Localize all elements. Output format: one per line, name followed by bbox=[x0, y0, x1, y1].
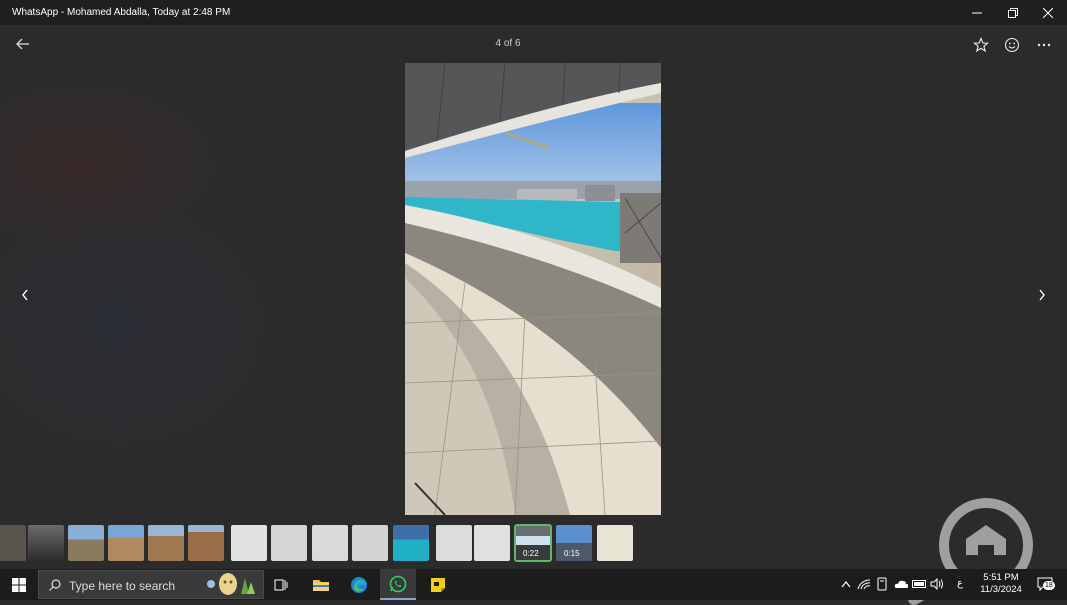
thumbnail-selected[interactable]: 0:22 bbox=[514, 524, 552, 562]
start-button[interactable] bbox=[0, 569, 38, 600]
back-button[interactable] bbox=[12, 35, 34, 53]
chevron-left-icon bbox=[22, 289, 28, 301]
thumbnail[interactable]: 0:15 bbox=[556, 525, 592, 561]
onedrive-button[interactable] bbox=[894, 577, 908, 591]
media-counter: 4 of 6 bbox=[495, 38, 521, 49]
search-highlight-icon bbox=[207, 573, 255, 595]
sticky-notes-button[interactable] bbox=[424, 569, 452, 600]
thumbnail[interactable] bbox=[352, 525, 388, 561]
battery-button[interactable] bbox=[912, 577, 926, 591]
notification-count: 18 bbox=[1043, 581, 1055, 590]
wifi-icon bbox=[857, 579, 871, 590]
file-explorer-button[interactable] bbox=[307, 569, 335, 600]
minimize-icon bbox=[972, 12, 982, 13]
video-duration: 0:22 bbox=[523, 549, 539, 558]
taskbar-search-box[interactable]: Type here to search bbox=[38, 570, 264, 599]
thumbnail[interactable] bbox=[0, 525, 26, 561]
whatsapp-button[interactable] bbox=[380, 569, 416, 600]
notification-center-button[interactable]: 18 bbox=[1036, 576, 1055, 592]
device-button[interactable] bbox=[875, 577, 889, 591]
clock-time: 5:51 PM bbox=[983, 572, 1019, 583]
edge-icon bbox=[351, 576, 367, 593]
more-icon bbox=[1037, 43, 1051, 47]
next-button[interactable] bbox=[1033, 283, 1051, 307]
task-view-icon bbox=[274, 579, 288, 590]
battery-icon bbox=[912, 580, 926, 588]
file-explorer-icon bbox=[313, 579, 329, 591]
restore-icon bbox=[1008, 7, 1018, 18]
more-options-button[interactable] bbox=[1034, 35, 1054, 55]
chevron-up-icon bbox=[841, 581, 851, 588]
network-button[interactable] bbox=[857, 577, 871, 591]
minimize-button[interactable] bbox=[960, 0, 994, 25]
thumbnail[interactable] bbox=[474, 525, 510, 561]
thumbnail[interactable] bbox=[28, 525, 64, 561]
search-placeholder: Type here to search bbox=[69, 579, 176, 593]
window-title: WhatsApp - Mohamed Abdalla, Today at 2:4… bbox=[12, 7, 231, 18]
close-icon bbox=[1043, 7, 1053, 18]
whatsapp-icon bbox=[389, 575, 407, 592]
windows-icon bbox=[12, 577, 26, 592]
thumbnail[interactable] bbox=[271, 525, 307, 561]
back-arrow-icon bbox=[16, 38, 29, 50]
sticky-notes-icon bbox=[431, 577, 445, 592]
thumbnail[interactable] bbox=[231, 525, 267, 561]
search-icon bbox=[49, 579, 61, 591]
thumbnail[interactable] bbox=[393, 525, 429, 561]
media-viewer: 4 of 6 0:22 0:15 bbox=[0, 25, 1067, 605]
thumbnail[interactable] bbox=[188, 525, 224, 561]
video-duration: 0:15 bbox=[564, 549, 580, 558]
taskbar: Type here to search ع 5:51 PM 11/3/2024 … bbox=[0, 569, 1067, 600]
star-button[interactable] bbox=[971, 35, 991, 55]
clock[interactable]: 5:51 PM 11/3/2024 bbox=[972, 572, 1030, 596]
thumbnail[interactable] bbox=[68, 525, 104, 561]
cloud-icon bbox=[894, 580, 908, 588]
title-bar: WhatsApp - Mohamed Abdalla, Today at 2:4… bbox=[0, 0, 1067, 25]
restore-button[interactable] bbox=[996, 0, 1030, 25]
clock-date: 11/3/2024 bbox=[980, 584, 1022, 595]
thumbnail[interactable] bbox=[597, 525, 633, 561]
star-icon bbox=[973, 37, 989, 53]
thumbnail[interactable] bbox=[436, 525, 472, 561]
task-view-button[interactable] bbox=[268, 569, 294, 600]
device-icon bbox=[877, 577, 887, 591]
previous-button[interactable] bbox=[16, 283, 34, 307]
thumbnail-strip: 0:22 0:15 bbox=[0, 524, 640, 563]
close-button[interactable] bbox=[1031, 0, 1065, 25]
thumbnail[interactable] bbox=[148, 525, 184, 561]
volume-button[interactable] bbox=[930, 577, 944, 591]
balcony-photo bbox=[405, 63, 661, 515]
chevron-right-icon bbox=[1039, 289, 1045, 301]
volume-icon bbox=[930, 578, 943, 590]
react-button[interactable] bbox=[1002, 35, 1022, 55]
edge-button[interactable] bbox=[345, 569, 373, 600]
emoji-icon bbox=[1004, 37, 1020, 53]
thumbnail[interactable] bbox=[312, 525, 348, 561]
input-language[interactable]: ع bbox=[957, 578, 963, 589]
show-hidden-icons-button[interactable] bbox=[839, 577, 853, 591]
thumbnail[interactable] bbox=[108, 525, 144, 561]
main-photo bbox=[405, 63, 661, 515]
